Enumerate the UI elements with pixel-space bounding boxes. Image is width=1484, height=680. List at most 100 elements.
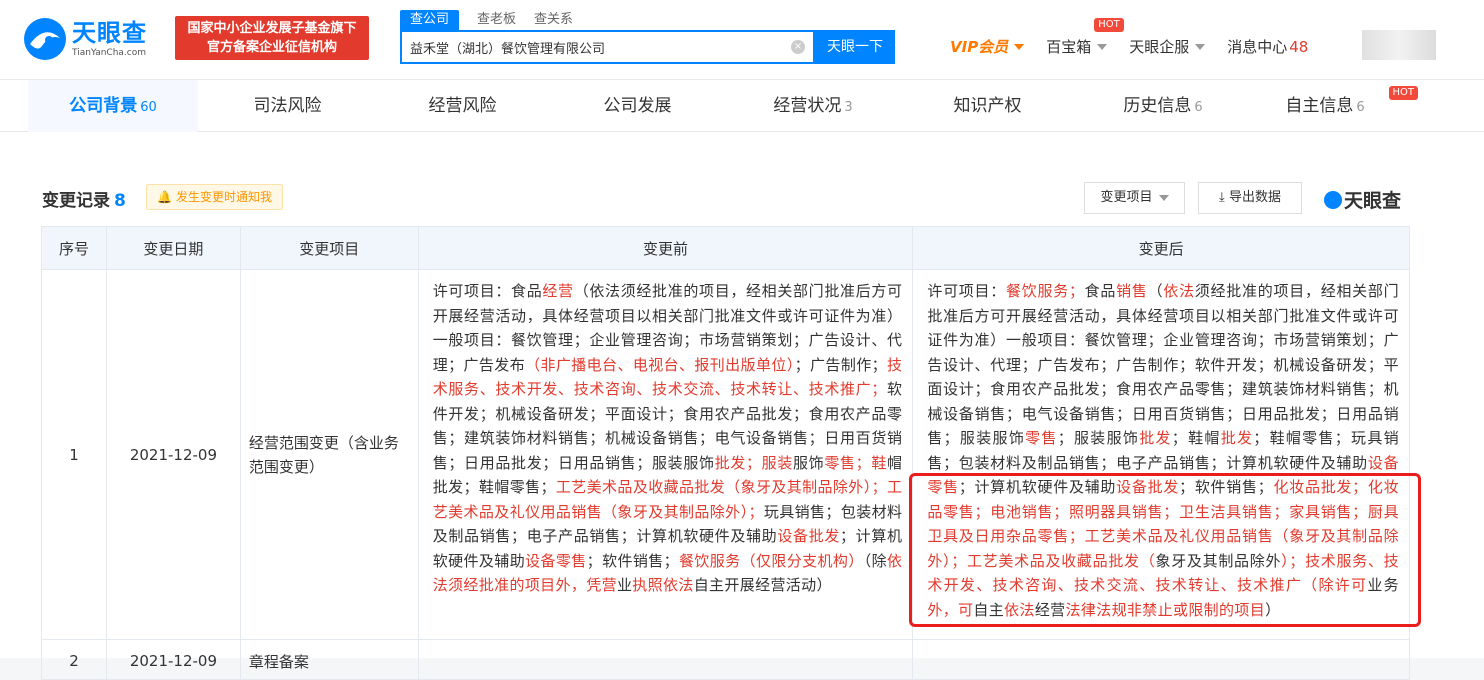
header-after: 变更后 [912, 226, 1410, 270]
search-tab-company[interactable]: 查公司 [400, 10, 460, 30]
brand-label: 天眼查 [1344, 190, 1402, 212]
chevron-down-icon [1195, 43, 1206, 50]
header-date: 变更日期 [105, 226, 241, 270]
row-item: 章程备案 [239, 639, 419, 680]
search-tab-boss[interactable]: 查老板 [477, 10, 516, 30]
tab-label: 经营风险 [428, 96, 497, 116]
tab-count: 6 [1194, 100, 1203, 115]
tab-operation-risk[interactable]: 经营风险 [380, 80, 545, 132]
avatar[interactable] [1362, 30, 1436, 60]
tab-label: 知识产权 [953, 96, 1022, 116]
tab-label: 公司发展 [603, 96, 672, 116]
row-date: 2021-12-09 [105, 639, 241, 680]
search-tab-relation[interactable]: 查关系 [534, 10, 573, 30]
changed-fragment: 餐饮服务； [1006, 282, 1085, 300]
header-index: 序号 [41, 226, 107, 270]
changed-fragment: 餐饮服务（仅限分支机构） [678, 551, 864, 570]
section-title: 变更记录 8 [42, 186, 126, 211]
logo-subtitle: TianYanCha.com [72, 48, 147, 58]
notify-button[interactable]: 🔔 发生变更时通知我 [146, 184, 283, 210]
message-label: 消息中心 [1227, 38, 1288, 56]
tab-operation-status[interactable]: 经营状况 3 [728, 80, 898, 132]
changed-fragment: 设备零售 [525, 551, 587, 570]
site-logo[interactable]: 天眼查 TianYanCha.com [22, 16, 147, 62]
tab-label: 经营状况 [773, 96, 842, 116]
tab-company-development[interactable]: 公司发展 [555, 80, 720, 132]
logo-title: 天眼查 [72, 19, 147, 47]
row-date: 2021-12-09 [105, 269, 241, 640]
changed-fragment: 零售 [1025, 429, 1058, 447]
changed-fragment: 销售 [1116, 282, 1148, 300]
changed-fragment: 工艺美术品及收藏品批发（象牙及其制品除外）；工艺美术品及礼仪用品销售（象牙及其制… [432, 478, 903, 521]
vip-menu[interactable]: VIP会员 [950, 36, 1025, 57]
tab-label: 自主信息 [1285, 96, 1354, 116]
tab-legal-risk[interactable]: 司法风险 [205, 80, 370, 132]
changed-fragment: 依法 [1163, 282, 1195, 300]
tab-label: 司法风险 [253, 96, 322, 116]
tianyancha-logo-icon [1324, 190, 1342, 209]
download-icon: ⤓ [1219, 190, 1229, 205]
changed-fragment: 批发 [1220, 429, 1254, 447]
message-count: 48 [1289, 37, 1309, 56]
row-before-content: 许可项目：食品经营（依法须经批准的项目，经相关部门批准后方可开展经营活动，具体经… [417, 269, 914, 640]
row-item: 经营范围变更（含业务范围变更） [239, 269, 419, 640]
message-center[interactable]: 消息中心 48 [1227, 36, 1308, 57]
fund-badge: 国家中小企业发展子基金旗下 官方备案企业征信机构 [175, 16, 369, 60]
row-index: 1 [41, 269, 107, 640]
filter-label: 变更项目 [1100, 190, 1153, 205]
changed-fragment: 依法 [1004, 600, 1035, 619]
tab-intellectual-property[interactable]: 知识产权 [905, 80, 1070, 132]
tianyancha-logo-icon [24, 18, 66, 60]
changed-fragment: 执照依法 [632, 576, 694, 594]
tab-company-background[interactable]: 公司背景 60 [28, 80, 198, 132]
chevron-down-icon [1014, 43, 1025, 50]
top-bar: 天眼查 TianYanCha.com 国家中小企业发展子基金旗下 官方备案企业征… [0, 0, 1484, 80]
clear-icon[interactable]: × [791, 40, 805, 54]
chevron-down-icon [1097, 43, 1108, 50]
fund-badge-line2: 官方备案企业征信机构 [206, 40, 337, 55]
header-item: 变更项目 [239, 226, 419, 270]
row-after-content [912, 639, 1410, 680]
enterprise-label: 天眼企服 [1129, 38, 1190, 56]
tab-history-info[interactable]: 历史信息 6 [1078, 80, 1248, 132]
changed-fragment: 外，可 [927, 600, 974, 619]
tab-count: 3 [844, 100, 853, 115]
treasure-label: 百宝箱 [1046, 38, 1092, 56]
hot-badge: HOT [1388, 86, 1418, 100]
search-input[interactable] [410, 32, 780, 62]
section-count: 8 [114, 191, 126, 211]
changed-fragment: 经营 [542, 282, 574, 300]
table-header-row: 序号 变更日期 变更项目 变更前 变更后 [41, 226, 1410, 270]
row-before-content [417, 639, 914, 680]
search-box: × [400, 30, 815, 64]
search-type-tabs: 查公司 查老板 查关系 [400, 10, 591, 30]
notify-label: 发生变更时通知我 [175, 190, 272, 204]
section-title-label: 变更记录 [42, 191, 110, 211]
hot-badge: HOT [1094, 18, 1124, 32]
header-before: 变更前 [417, 226, 914, 270]
fund-badge-line1: 国家中小企业发展子基金旗下 [187, 21, 357, 36]
search-button[interactable]: 天眼一下 [815, 30, 895, 64]
bell-icon: 🔔 [157, 190, 172, 204]
tab-label: 历史信息 [1123, 96, 1192, 116]
treasure-menu[interactable]: 百宝箱 HOT [1046, 18, 1124, 57]
changed-fragment: 设备批发 [777, 527, 840, 545]
tab-label: 公司背景 [69, 96, 138, 116]
change-records-section: 变更记录 8 🔔 发生变更时通知我 变更项目 ⤓ 导出数据 天眼查 序号 变更日期 … [0, 132, 1484, 680]
changed-fragment: 批发；服装 [714, 453, 793, 472]
tab-self-info[interactable]: 自主信息 6 HOT [1240, 80, 1418, 132]
change-records-table: 序号 变更日期 变更项目 变更前 变更后 1 2021-12-09 经营范围变更… [41, 226, 1410, 680]
change-item-filter[interactable]: 变更项目 [1084, 182, 1185, 214]
changed-fragment: 法律法规非禁止或限制的项目 [1065, 600, 1266, 619]
enterprise-menu[interactable]: 天眼企服 [1129, 36, 1206, 57]
changed-fragment: （非广播电台、电视台、报刊出版单位） [525, 355, 795, 374]
brand-watermark: 天眼查 [1324, 186, 1401, 213]
export-button[interactable]: ⤓ 导出数据 [1198, 182, 1302, 214]
row-index: 2 [41, 639, 107, 680]
chevron-down-icon [1158, 195, 1169, 201]
export-label: 导出数据 [1228, 190, 1281, 205]
row-after-content: 许可项目：餐饮服务；食品销售（依法须经批准的项目，经相关部门批准后方可开展经营活… [912, 269, 1410, 640]
vip-label: VIP会员 [950, 38, 1009, 56]
changed-fragment: 设备批发 [1116, 478, 1180, 496]
tab-count: 60 [140, 100, 157, 115]
